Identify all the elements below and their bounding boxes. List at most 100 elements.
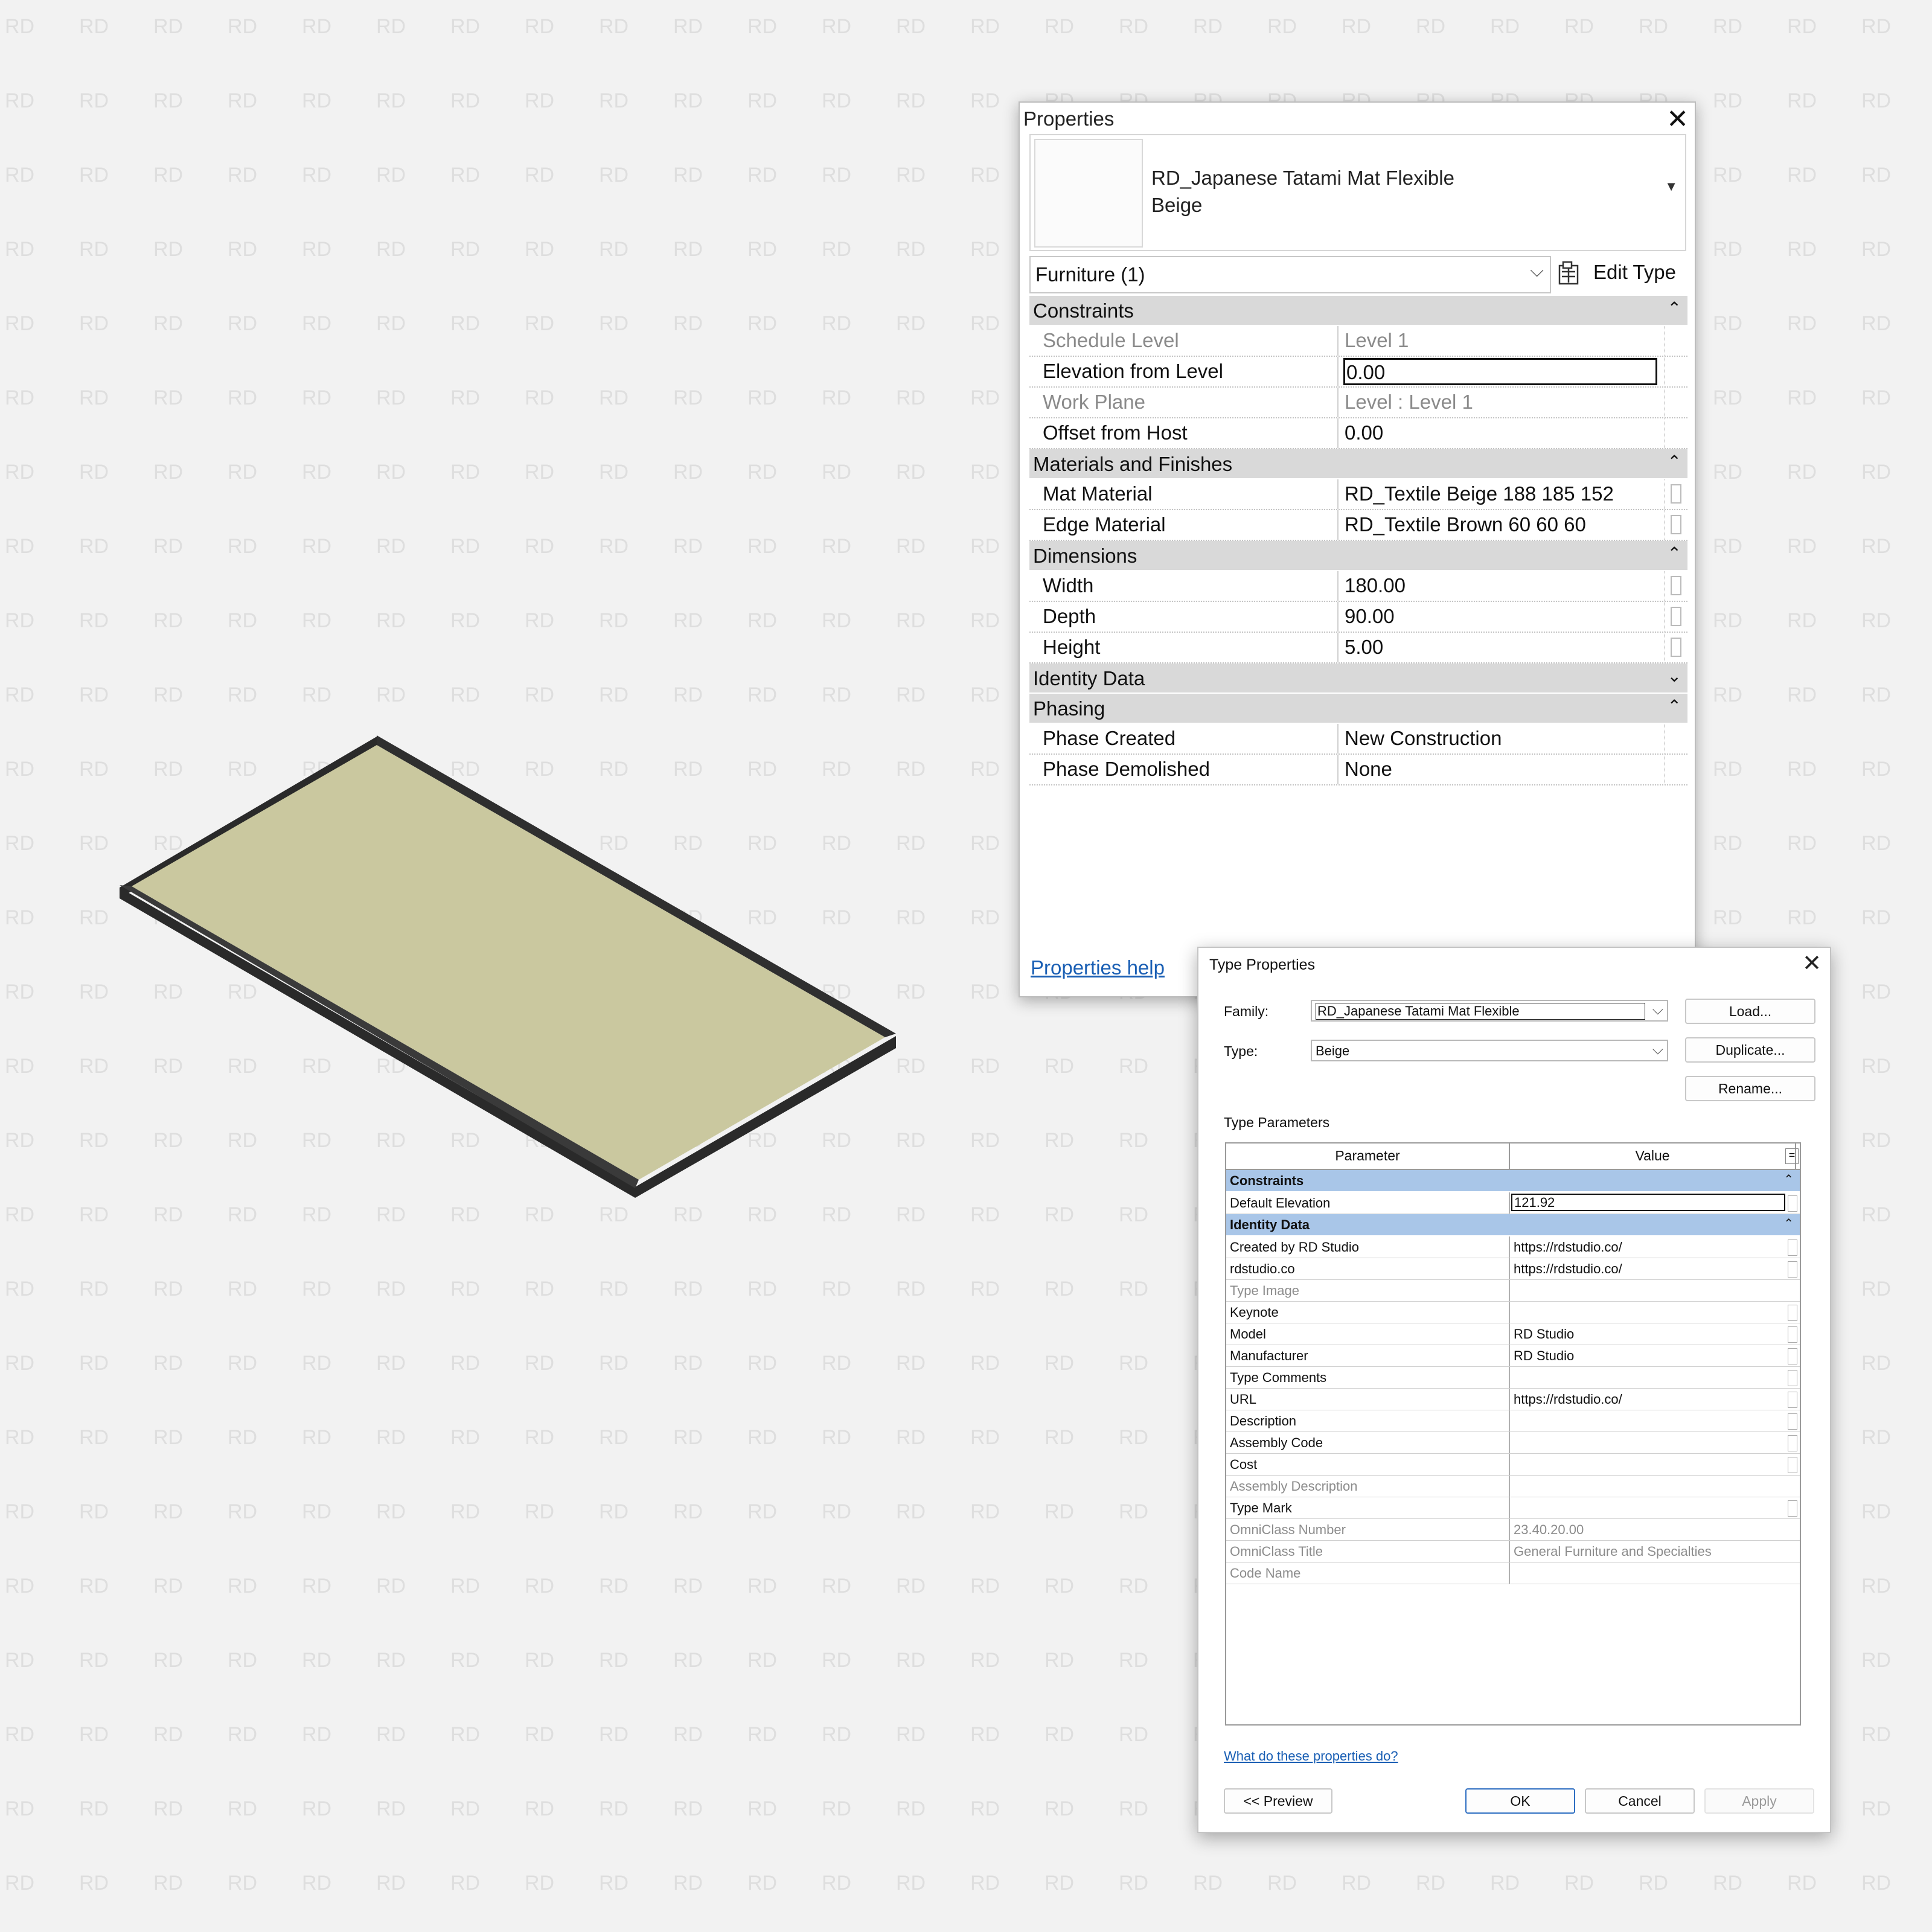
column-separator [1509, 1236, 1510, 1258]
parameter-name: Type Mark [1230, 1500, 1292, 1515]
column-separator [1509, 1563, 1510, 1584]
associate-parameter-button[interactable] [1788, 1413, 1797, 1430]
associate-parameter-button[interactable] [1788, 1435, 1797, 1451]
chevron-down-icon[interactable]: ⌵ [1652, 1041, 1663, 1058]
family-combo[interactable]: RD_Japanese Tatami Mat Flexible ⌵ [1311, 1000, 1668, 1022]
parameter-column-header[interactable]: Parameter [1226, 1144, 1510, 1169]
chevron-down-icon[interactable]: ⌵ [1652, 1002, 1663, 1019]
table-row: rdstudio.co https://rdstudio.co/ [1226, 1258, 1800, 1280]
collapse-icon[interactable]: ⌃ [1668, 543, 1681, 563]
collapse-icon[interactable]: ⌃ [1783, 1172, 1794, 1187]
property-value[interactable]: None [1345, 755, 1659, 784]
properties-help-link[interactable]: Properties help [1031, 956, 1165, 979]
property-value[interactable]: 0.00 [1343, 358, 1657, 385]
associate-parameter-button[interactable] [1671, 484, 1681, 504]
property-value[interactable]: RD_Textile Beige 188 185 152 [1345, 479, 1659, 509]
expand-icon[interactable]: ⌄ [1668, 666, 1681, 686]
close-icon[interactable]: ✕ [1802, 950, 1822, 977]
type-name: Beige [1151, 194, 1203, 216]
property-row: Width 180.00 [1029, 571, 1687, 602]
value-column-header[interactable]: Value [1510, 1144, 1796, 1169]
associate-parameter-button[interactable] [1788, 1348, 1797, 1364]
category-header[interactable]: Identity Data ⌃ [1226, 1214, 1800, 1236]
associate-parameter-button[interactable] [1671, 638, 1681, 657]
associate-parameter-button[interactable] [1788, 1326, 1797, 1343]
property-row: Elevation from Level 0.00 [1029, 357, 1687, 388]
property-value[interactable]: RD_Textile Brown 60 60 60 [1345, 510, 1659, 540]
column-separator [1664, 357, 1665, 386]
associate-parameter-button[interactable] [1788, 1370, 1797, 1386]
type-combo[interactable]: Beige ⌵ [1311, 1040, 1668, 1061]
associate-parameter-button[interactable] [1788, 1305, 1797, 1321]
type-value: Beige [1316, 1043, 1350, 1058]
property-row: Offset from Host 0.00 [1029, 418, 1687, 449]
parameter-value[interactable]: https://rdstudio.co/ [1514, 1392, 1622, 1407]
load-button[interactable]: Load... [1685, 999, 1815, 1024]
associate-parameter-button[interactable] [1788, 1500, 1797, 1517]
category-label: Identity Data [1230, 1217, 1310, 1232]
property-value[interactable]: 0.00 [1345, 418, 1659, 448]
preview-button[interactable]: << Preview [1224, 1788, 1332, 1814]
duplicate-button[interactable]: Duplicate... [1685, 1037, 1815, 1063]
family-label: Family: [1224, 1003, 1269, 1019]
collapse-icon[interactable]: ⌃ [1668, 298, 1681, 318]
table-row: Assembly Description [1226, 1476, 1800, 1497]
chevron-down-icon[interactable]: ⌵ [1530, 261, 1544, 281]
property-value[interactable]: 5.00 [1345, 633, 1659, 662]
edit-type-icon [1558, 261, 1579, 285]
close-icon[interactable]: ✕ [1666, 104, 1689, 135]
property-name: Schedule Level [1029, 326, 1339, 356]
parameter-name: Type Comments [1230, 1370, 1327, 1385]
parameter-value[interactable]: https://rdstudio.co/ [1514, 1261, 1622, 1277]
column-separator [1664, 479, 1665, 509]
column-separator [1664, 388, 1665, 417]
parameter-value[interactable]: RD Studio [1514, 1348, 1574, 1364]
properties-info-link[interactable]: What do these properties do? [1224, 1748, 1398, 1764]
parameter-value[interactable]: RD Studio [1514, 1326, 1574, 1342]
column-separator [1664, 418, 1665, 448]
category-header[interactable]: Identity Data ⌄ [1029, 664, 1687, 694]
ok-button[interactable]: OK [1465, 1788, 1575, 1814]
parameter-name: OmniClass Number [1230, 1522, 1346, 1537]
type-parameters-caption: Type Parameters [1224, 1115, 1330, 1130]
cancel-button[interactable]: Cancel [1585, 1788, 1695, 1814]
category-header[interactable]: Phasing ⌃ [1029, 694, 1687, 724]
rename-button[interactable]: Rename... [1685, 1076, 1815, 1101]
property-value[interactable]: 90.00 [1345, 602, 1659, 632]
category-header[interactable]: Materials and Finishes ⌃ [1029, 449, 1687, 479]
type-selector[interactable]: RD_Japanese Tatami Mat Flexible Beige ▼ [1029, 134, 1686, 251]
associate-parameter-button[interactable] [1671, 607, 1681, 626]
category-header[interactable]: Constraints ⌃ [1226, 1170, 1800, 1192]
family-value: RD_Japanese Tatami Mat Flexible [1316, 1003, 1645, 1020]
column-separator [1509, 1367, 1510, 1388]
associate-parameter-button[interactable] [1788, 1392, 1797, 1408]
collapse-icon[interactable]: ⌃ [1668, 452, 1681, 472]
property-name: Mat Material [1029, 479, 1339, 509]
associate-parameter-button[interactable] [1788, 1261, 1797, 1278]
table-row: URL https://rdstudio.co/ [1226, 1389, 1800, 1410]
parameter-value[interactable]: https://rdstudio.co/ [1514, 1239, 1622, 1255]
instance-filter-dropdown[interactable]: Furniture (1) ⌵ [1029, 256, 1551, 293]
table-row: Model RD Studio [1226, 1323, 1800, 1345]
table-row: Type Comments [1226, 1367, 1800, 1389]
property-value[interactable]: New Construction [1345, 724, 1659, 753]
column-separator [1509, 1258, 1510, 1279]
table-row: Keynote [1226, 1302, 1800, 1323]
property-value[interactable]: 180.00 [1345, 571, 1659, 601]
collapse-icon[interactable]: ⌃ [1783, 1216, 1794, 1231]
apply-button[interactable]: Apply [1704, 1788, 1814, 1814]
parameter-value[interactable]: 121.92 [1511, 1194, 1785, 1211]
associate-parameter-button[interactable] [1671, 515, 1681, 534]
caret-down-icon[interactable]: ▼ [1665, 179, 1678, 194]
associate-parameter-button[interactable] [1788, 1239, 1797, 1256]
associate-parameter-button[interactable] [1671, 576, 1681, 595]
associate-parameter-button[interactable] [1788, 1195, 1797, 1212]
parameter-name: Keynote [1230, 1305, 1279, 1320]
category-header[interactable]: Constraints ⌃ [1029, 296, 1687, 326]
collapse-icon[interactable]: ⌃ [1668, 696, 1681, 716]
table-row: Assembly Code [1226, 1432, 1800, 1454]
sort-toggle-button[interactable]: = [1785, 1148, 1799, 1164]
column-separator [1664, 755, 1665, 784]
associate-parameter-button[interactable] [1788, 1457, 1797, 1473]
category-header[interactable]: Dimensions ⌃ [1029, 541, 1687, 571]
